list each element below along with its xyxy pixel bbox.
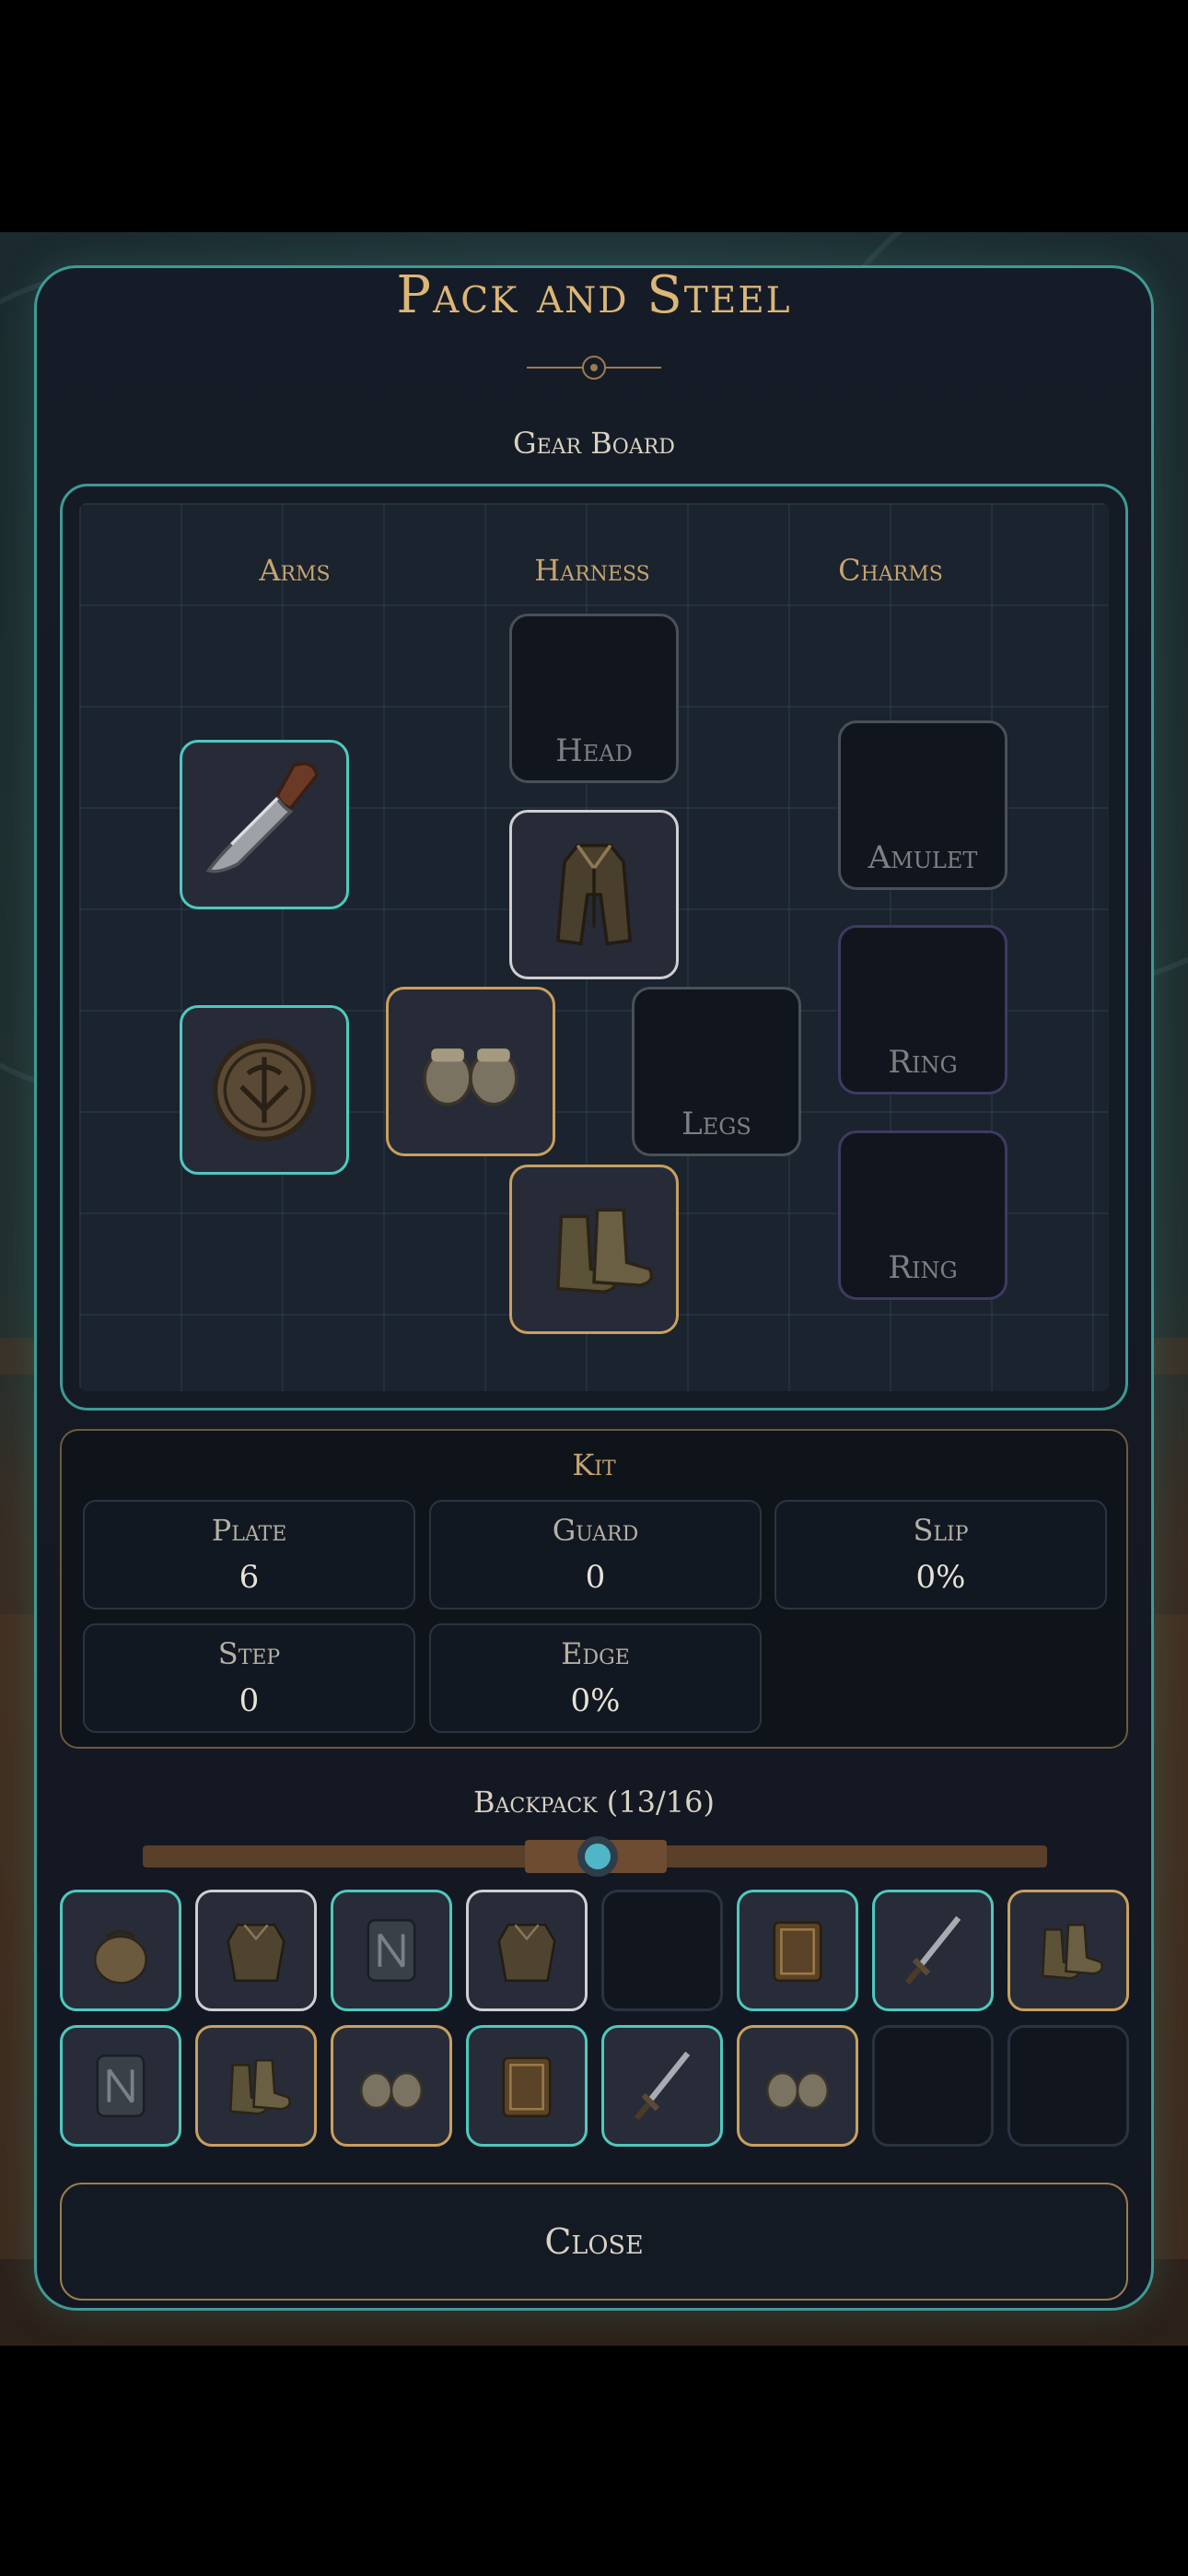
sword-icon xyxy=(904,1915,961,1985)
slot-legs[interactable]: Legs xyxy=(632,987,801,1156)
backpack-slot[interactable] xyxy=(872,1890,994,2011)
book-icon xyxy=(502,2056,552,2118)
panel-title: Pack and Steel xyxy=(396,265,792,325)
backpack-slot[interactable] xyxy=(601,2025,723,2147)
kit-panel: Kit Plate 6 Guard 0 Slip 0% Step 0 Edge … xyxy=(60,1429,1128,1749)
slot-hands[interactable] xyxy=(386,987,555,1156)
backpack-scrollbar[interactable] xyxy=(143,1836,1047,1877)
backpack-slot[interactable] xyxy=(60,2025,181,2147)
stat-value: 0% xyxy=(915,1559,966,1596)
knife-icon xyxy=(205,762,319,873)
shield-icon xyxy=(212,1037,317,1142)
backpack-label: Backpack (13/16) xyxy=(473,1785,715,1820)
kit-title: Kit xyxy=(572,1447,616,1482)
armor-icon xyxy=(227,1924,285,1983)
stat-label: Slip xyxy=(913,1513,969,1548)
backpack-slot[interactable] xyxy=(60,1890,181,2011)
boots-icon xyxy=(555,1208,654,1294)
gauntlets-icon xyxy=(423,1048,518,1107)
stat-value: 0 xyxy=(585,1559,606,1596)
backpack-slot[interactable] xyxy=(195,2025,317,2147)
title-ornament xyxy=(527,356,661,380)
slot-amulet-label: Amulet xyxy=(868,839,978,876)
boots-icon xyxy=(228,2059,291,2115)
backpack-slot[interactable] xyxy=(195,1890,317,2011)
tome-icon xyxy=(367,1918,416,1983)
stat-edge: Edge 0% xyxy=(429,1623,762,1733)
column-head-arms: Arms xyxy=(259,553,331,588)
backpack-slot[interactable] xyxy=(737,1890,858,2011)
backpack-slot[interactable] xyxy=(601,1890,723,2011)
scrollbar-knob[interactable] xyxy=(577,1836,618,1877)
slot-ring-2-label: Ring xyxy=(888,1249,958,1286)
stat-plate: Plate 6 xyxy=(83,1500,415,1610)
backpack-slot[interactable] xyxy=(872,2025,994,2147)
slot-head-label: Head xyxy=(555,732,633,769)
stat-guard: Guard 0 xyxy=(429,1500,762,1610)
gauntlets-icon xyxy=(765,2071,830,2110)
stat-label: Step xyxy=(217,1636,281,1671)
armor-icon xyxy=(497,1924,556,1983)
slot-legs-label: Legs xyxy=(681,1106,751,1142)
slot-weapon[interactable] xyxy=(180,740,349,909)
stat-label: Edge xyxy=(561,1636,630,1671)
slot-ring-1[interactable]: Ring xyxy=(838,925,1007,1095)
stat-value: 6 xyxy=(239,1559,260,1596)
slot-head[interactable]: Head xyxy=(509,614,679,783)
backpack-slot[interactable] xyxy=(466,1890,588,2011)
slot-ring-1-label: Ring xyxy=(888,1044,958,1081)
stat-label: Plate xyxy=(211,1513,287,1548)
backpack-slot[interactable] xyxy=(1007,1890,1129,2011)
boots-icon xyxy=(1041,1924,1103,1980)
stat-slip: Slip 0% xyxy=(775,1500,1107,1610)
stat-step: Step 0 xyxy=(83,1623,415,1733)
gear-board-label: Gear Board xyxy=(513,426,675,461)
backpack-slot[interactable] xyxy=(1007,2025,1129,2147)
coat-icon xyxy=(555,843,633,946)
stat-label: Guard xyxy=(552,1513,639,1548)
slot-ring-2[interactable]: Ring xyxy=(838,1130,1007,1300)
column-head-charms: Charms xyxy=(838,553,943,588)
slot-chest[interactable] xyxy=(509,810,679,979)
slot-offhand[interactable] xyxy=(180,1005,349,1175)
slot-amulet[interactable]: Amulet xyxy=(838,720,1007,890)
backpack-slot[interactable] xyxy=(466,2025,588,2147)
backpack-slot[interactable] xyxy=(331,1890,452,2011)
stat-value: 0 xyxy=(239,1682,260,1719)
pouch-icon xyxy=(94,1929,147,1985)
close-button[interactable]: Close xyxy=(60,2183,1128,2301)
book-icon xyxy=(773,1921,822,1983)
tome-icon xyxy=(96,2054,146,2118)
backpack-slot[interactable] xyxy=(737,2025,858,2147)
backpack-slot[interactable] xyxy=(331,2025,452,2147)
stat-value: 0% xyxy=(570,1682,621,1719)
column-head-harness: Harness xyxy=(534,553,650,588)
slot-feet[interactable] xyxy=(509,1165,679,1334)
gauntlets-icon xyxy=(359,2071,424,2110)
sword-icon xyxy=(634,2051,691,2121)
